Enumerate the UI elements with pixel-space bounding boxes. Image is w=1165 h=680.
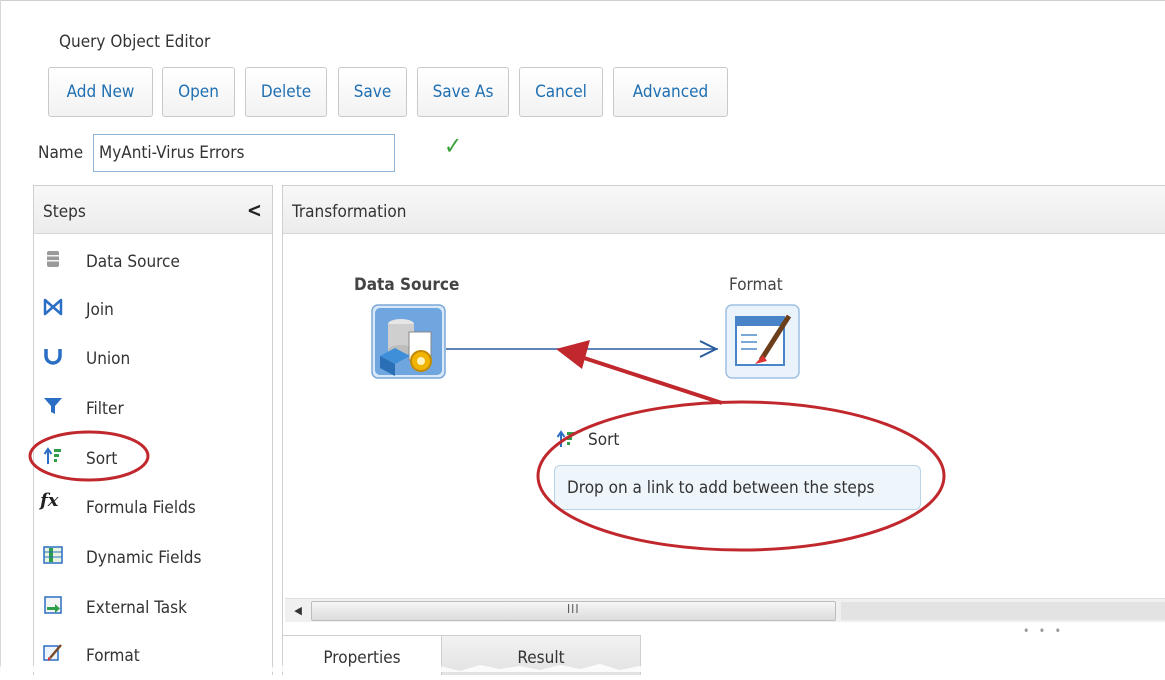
filter-icon [44,398,62,414]
formula-icon: fx [40,490,59,511]
step-label: Sort [86,449,118,469]
steps-title: Steps [43,202,86,222]
tab-result[interactable]: Result [441,635,641,675]
sort-icon [556,430,574,447]
database-icon [47,251,59,267]
steps-panel: Steps < Data Source Join Union Filter So… [33,185,273,675]
data-source-node-icon[interactable] [371,304,446,379]
name-input[interactable] [93,134,395,172]
left-border [0,0,1,672]
dynamic-fields-icon [43,546,63,564]
format-node-icon[interactable] [725,304,800,379]
transformation-header: Transformation [283,186,1165,234]
checkmark-icon: ✓ [444,132,463,160]
step-label: Join [86,300,114,320]
transformation-panel: Transformation Data Source Format Sort D… [282,185,1165,675]
drop-hint-tooltip: Drop on a link to add between the steps [554,465,921,510]
horizontal-scrollbar[interactable]: ◀ III [285,598,1165,622]
external-task-icon [44,596,62,614]
step-item-dynamic-fields[interactable]: Dynamic Fields [34,534,272,582]
data-source-node-label: Data Source [354,275,460,295]
step-label: Format [86,646,140,666]
scroll-grip: III [567,602,580,616]
step-item-external-task[interactable]: External Task [34,584,272,632]
sort-icon [43,447,61,464]
step-item-union[interactable]: Union [34,335,272,383]
format-node-label: Format [729,275,783,295]
top-border [0,0,1165,1]
format-icon [43,644,62,661]
save-button[interactable]: Save [338,67,407,117]
step-label: Formula Fields [86,498,196,518]
tab-properties[interactable]: Properties [282,635,442,675]
save-as-button[interactable]: Save As [417,67,509,117]
join-icon [43,298,63,316]
step-item-format[interactable]: Format [34,632,272,680]
scrollbar-track[interactable] [841,602,1165,620]
scrollbar-thumb[interactable]: III [311,601,836,621]
step-item-filter[interactable]: Filter [34,385,272,433]
union-icon [44,349,62,365]
cancel-button[interactable]: Cancel [519,67,603,117]
step-item-data-source[interactable]: Data Source [34,238,272,286]
step-label: Union [86,349,131,369]
drag-sort-label: Sort [588,430,620,450]
step-item-formula-fields[interactable]: fx Formula Fields [34,484,272,532]
resize-handle-icon[interactable]: • • • [1023,624,1064,638]
step-label: Filter [86,399,124,419]
drop-hint-text: Drop on a link to add between the steps [567,478,875,498]
steps-header: Steps < [34,186,272,234]
editor-title: Query Object Editor [59,32,211,52]
step-label: External Task [86,598,187,618]
step-label: Dynamic Fields [86,548,202,568]
step-item-join[interactable]: Join [34,286,272,334]
scroll-left-arrow-icon[interactable]: ◀ [288,602,308,620]
step-label: Data Source [86,252,180,272]
add-new-button[interactable]: Add New [48,67,153,117]
delete-button[interactable]: Delete [245,67,327,117]
name-label: Name [38,143,84,163]
advanced-button[interactable]: Advanced [613,67,728,117]
step-item-sort[interactable]: Sort [34,435,272,483]
chevron-left-icon[interactable]: < [247,198,262,222]
open-button[interactable]: Open [162,67,235,117]
transformation-title: Transformation [292,202,407,222]
